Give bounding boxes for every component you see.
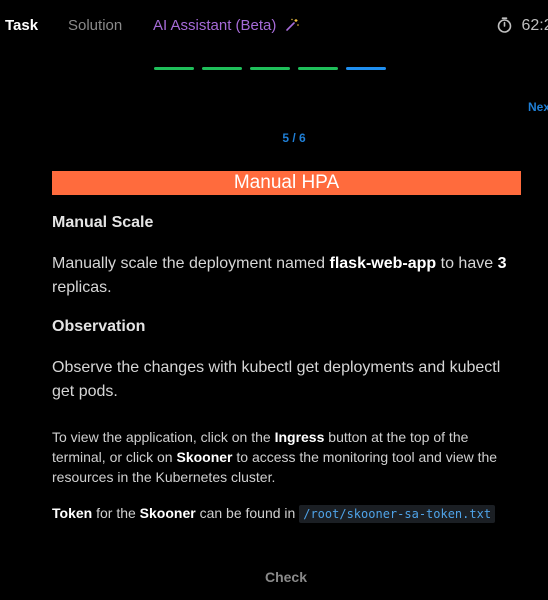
step-counter: 5 / 6 bbox=[282, 131, 306, 145]
instruction-text: to have bbox=[436, 255, 498, 272]
section-heading-manual-scale: Manual Scale bbox=[52, 214, 154, 231]
task-page: Task Solution AI Assistant (Beta) 62: Ne… bbox=[0, 0, 548, 600]
token-label: Token bbox=[52, 505, 93, 521]
info-text: To view the application, click on the bbox=[52, 429, 275, 445]
tab-solution[interactable]: Solution bbox=[68, 16, 122, 36]
tab-ai-assistant-label: AI Assistant (Beta) bbox=[153, 17, 277, 34]
instruction-text: Manually scale the deployment named bbox=[52, 255, 330, 272]
progress-step-4 bbox=[298, 67, 338, 70]
token-file-path: /root/skooner-sa-token.txt bbox=[299, 505, 496, 523]
manual-scale-instructions: Manually scale the deployment named flas… bbox=[52, 252, 512, 300]
tab-task[interactable]: Task bbox=[5, 16, 38, 36]
access-info: To view the application, click on the In… bbox=[52, 427, 517, 487]
section-heading-observation: Observation bbox=[52, 318, 146, 335]
instruction-text: replicas. bbox=[52, 279, 112, 296]
next-button[interactable]: Nex bbox=[528, 100, 548, 114]
ingress-label: Ingress bbox=[274, 429, 325, 445]
check-button[interactable]: Check bbox=[0, 569, 548, 585]
info-text: can be found in bbox=[195, 505, 300, 521]
progress-step-5 bbox=[346, 67, 386, 70]
stopwatch-icon bbox=[497, 17, 521, 34]
tab-bar: Task Solution AI Assistant (Beta) 62: bbox=[0, 0, 548, 50]
observation-instructions: Observe the changes with kubectl get dep… bbox=[52, 359, 501, 400]
progress-step-1 bbox=[154, 67, 194, 70]
tab-ai-assistant[interactable]: AI Assistant (Beta) bbox=[153, 16, 299, 38]
skooner-label: Skooner bbox=[139, 505, 196, 521]
deployment-name: flask-web-app bbox=[329, 255, 437, 272]
skooner-label: Skooner bbox=[176, 449, 233, 465]
replica-count: 3 bbox=[497, 255, 507, 272]
info-text: for the bbox=[92, 505, 140, 521]
step-progress bbox=[154, 67, 394, 71]
timer: 62:2 bbox=[497, 16, 548, 36]
progress-step-2 bbox=[202, 67, 242, 70]
magic-wand-icon bbox=[285, 18, 299, 38]
timer-text: 62:2 bbox=[521, 17, 548, 34]
task-title-banner: Manual HPA bbox=[52, 171, 521, 195]
token-info: Token for the Skooner can be found in /r… bbox=[52, 503, 517, 524]
progress-step-3 bbox=[250, 67, 290, 70]
